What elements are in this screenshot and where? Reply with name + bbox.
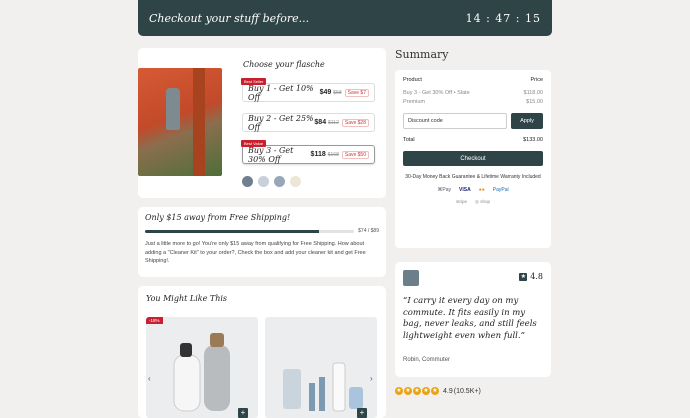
rating-value: 4.9 bbox=[443, 387, 453, 395]
product-card: Choose your flasche Best Seller Buy 1 - … bbox=[138, 48, 386, 198]
total-value: $133.00 bbox=[523, 137, 543, 143]
visa-icon: VISA bbox=[459, 187, 471, 193]
discount-badge: -18% bbox=[146, 317, 163, 324]
countdown-title: Checkout your stuff before... bbox=[149, 11, 310, 25]
total-label: Total bbox=[403, 137, 415, 143]
summary-panel: Summary Product Price Buy 3 - Get 30% Of… bbox=[395, 48, 551, 298]
carousel-prev-button[interactable]: ‹ bbox=[148, 374, 151, 383]
stripe-icon: stripe bbox=[456, 199, 468, 204]
discount-code-input[interactable]: Discount code bbox=[403, 113, 507, 129]
summary-line-item: Premium $15.00 bbox=[403, 99, 543, 105]
summary-box: Product Price Buy 3 - Get 30% Off • Slat… bbox=[395, 70, 551, 248]
apply-button[interactable]: Apply bbox=[511, 113, 543, 129]
countdown-timer: 14 : 47 : 15 bbox=[465, 11, 541, 25]
countdown-bar: Checkout your stuff before... 14 : 47 : … bbox=[138, 0, 552, 36]
shipping-progress-bar bbox=[145, 229, 355, 233]
bundle-option-2[interactable]: Buy 2 - Get 25% Off $84 $112 Save $28 bbox=[242, 113, 375, 132]
star-icon: ★ bbox=[395, 387, 403, 395]
summary-line-item: Buy 3 - Get 30% Off • Slate $118.00 bbox=[403, 90, 543, 96]
color-swatches bbox=[242, 176, 301, 187]
shop-pay-icon: ◎ shop bbox=[475, 199, 490, 204]
mastercard-icon: ●● bbox=[478, 187, 485, 193]
option-tag: Best Seller bbox=[241, 78, 267, 85]
option-tag: Best Value bbox=[241, 140, 267, 147]
star-icon: ★ bbox=[404, 387, 412, 395]
guarantee-text: 30-Day Money Back Guarantee & Lifetime W… bbox=[405, 174, 541, 180]
bottle-graphic bbox=[166, 88, 180, 130]
free-shipping-card: Only $15 away from Free Shipping! $74 / … bbox=[138, 207, 386, 277]
bundle-option-3[interactable]: Best Value Buy 3 - Get 30% Off $118 $168… bbox=[241, 140, 375, 164]
star-icon: ★ bbox=[422, 387, 430, 395]
paypal-icon: PayPal bbox=[492, 187, 509, 193]
bottles-image bbox=[173, 333, 230, 412]
swatch-mist[interactable] bbox=[258, 176, 269, 187]
shipping-message: Just a little more to go! You're only $1… bbox=[145, 241, 366, 264]
review-card: ★ 4.8 “I carry it every day on my commute… bbox=[395, 262, 551, 377]
apple-pay-icon: ⌘Pay bbox=[437, 187, 452, 193]
recommend-item-bottles[interactable]: -18% + bbox=[146, 317, 258, 418]
rating-count: (10.5K+) bbox=[453, 387, 481, 395]
product-column-header: Product bbox=[403, 77, 422, 83]
product-image bbox=[138, 68, 222, 176]
star-icon: ★ bbox=[413, 387, 421, 395]
bundle-option-1[interactable]: Best Seller Buy 1 - Get 10% Off $49 $58 … bbox=[241, 78, 375, 102]
swatch-slate[interactable] bbox=[242, 176, 253, 187]
payment-icons-2: stripe ◎ shop bbox=[403, 199, 543, 205]
reviewer-name: Robin, Commuter bbox=[403, 357, 451, 363]
review-score: ★ 4.8 bbox=[519, 272, 543, 281]
aggregate-rating: ★ ★ ★ ★ ★ 4.9 (10.5K+) bbox=[395, 387, 481, 395]
shipping-progress-text: $74 / $89 bbox=[358, 228, 379, 234]
review-quote: “I carry it every day on my commute. It … bbox=[403, 296, 537, 341]
swatch-sand[interactable] bbox=[290, 176, 301, 187]
carousel-next-button[interactable]: › bbox=[370, 374, 373, 383]
payment-icons: ⌘Pay VISA ●● PayPal bbox=[403, 187, 543, 193]
recommend-item-cleaner-kit[interactable]: + bbox=[265, 317, 377, 418]
star-icon: ★ bbox=[431, 387, 439, 395]
add-to-cart-button[interactable]: + bbox=[357, 408, 367, 418]
recommend-heading: You Might Like This bbox=[146, 294, 228, 303]
price-column-header: Price bbox=[530, 77, 543, 83]
add-to-cart-button[interactable]: + bbox=[238, 408, 248, 418]
summary-heading: Summary bbox=[395, 48, 449, 61]
reviewer-avatar bbox=[403, 270, 419, 286]
checkout-button[interactable]: Checkout bbox=[403, 151, 543, 166]
swatch-blue-grey[interactable] bbox=[274, 176, 285, 187]
recommendations-card: You Might Like This -18% + + ‹ › bbox=[138, 286, 386, 418]
star-icon: ★ bbox=[519, 272, 528, 281]
cleaner-kit-image bbox=[283, 362, 363, 412]
choose-label: Choose your flasche bbox=[243, 60, 325, 69]
shipping-heading: Only $15 away from Free Shipping! bbox=[145, 213, 291, 222]
